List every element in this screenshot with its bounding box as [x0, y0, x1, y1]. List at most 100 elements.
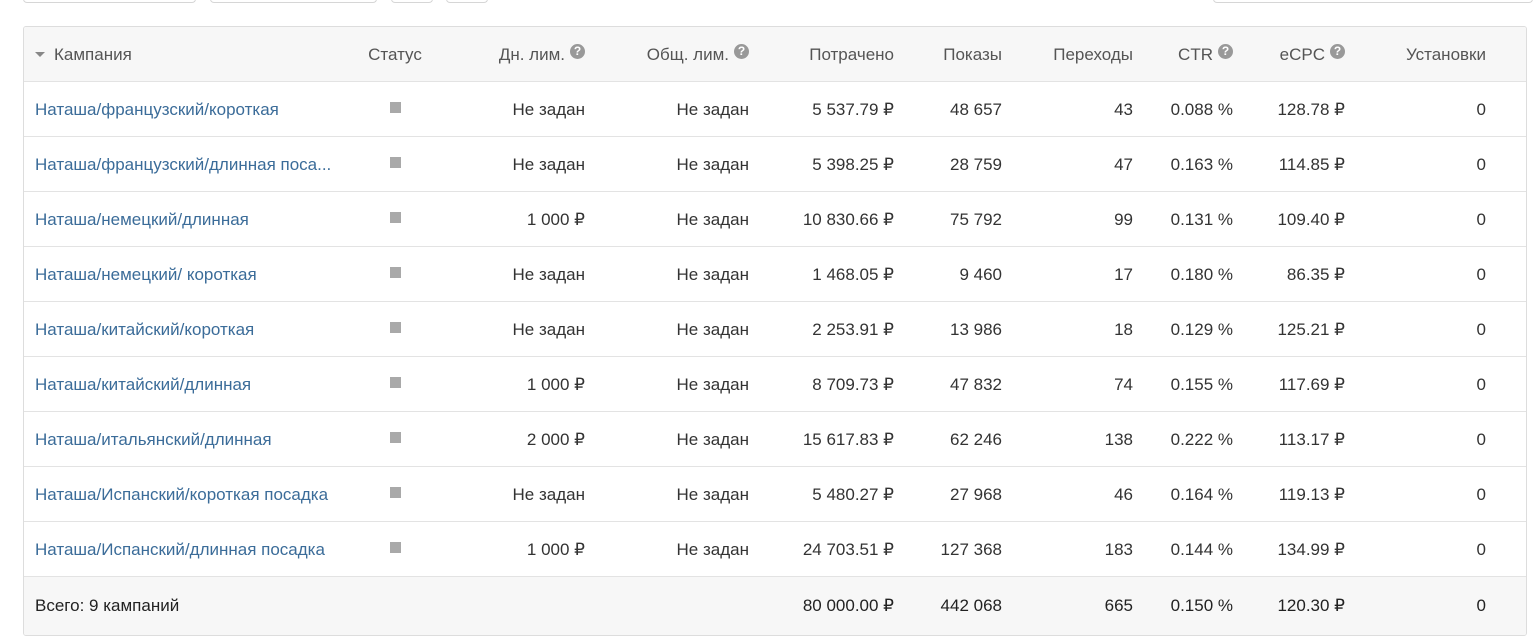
ctr-cell: 0.144 % — [1170, 540, 1233, 559]
ecpc-cell: 114.85 ₽ — [1278, 155, 1345, 174]
table-row: Наташа/итальянский/длинная 2 000 ₽ Не за… — [24, 412, 1526, 467]
help-icon[interactable]: ? — [734, 44, 749, 59]
total-limit-cell: Не задан — [676, 320, 749, 339]
shows-cell: 75 792 — [950, 210, 1002, 229]
column-header-ctr[interactable]: CTR? — [1134, 27, 1233, 82]
ecpc-cell: 117.69 ₽ — [1278, 375, 1345, 394]
campaign-link[interactable]: Наташа/китайский/короткая — [35, 320, 254, 339]
table-row: Наташа/немецкий/длинная 1 000 ₽ Не задан… — [24, 192, 1526, 247]
totals-clicks: 665 — [1104, 596, 1133, 615]
column-header-clicks[interactable]: Переходы — [1009, 27, 1133, 82]
status-indicator-icon — [389, 487, 401, 499]
table-row: Наташа/французский/длинная поса... Не за… — [24, 137, 1526, 192]
total-limit-cell: Не задан — [676, 265, 749, 284]
day-limit-cell: Не задан — [512, 485, 585, 504]
status-cell — [368, 522, 422, 577]
table-row: Наташа/Испанский/короткая посадка Не зад… — [24, 467, 1526, 522]
day-limit-cell: 1 000 ₽ — [526, 540, 585, 559]
help-icon[interactable]: ? — [1218, 44, 1233, 59]
table-row: Наташа/китайский/длинная 1 000 ₽ Не зада… — [24, 357, 1526, 412]
column-header-spent[interactable]: Потрачено — [754, 27, 894, 82]
column-header-campaign[interactable]: Кампания — [35, 27, 355, 82]
shows-cell: 9 460 — [959, 265, 1002, 284]
clicks-cell: 74 — [1114, 375, 1133, 394]
column-header-ecpc[interactable]: eCPC? — [1236, 27, 1345, 82]
sort-caret-icon[interactable] — [35, 52, 45, 58]
shows-cell: 48 657 — [950, 100, 1002, 119]
total-limit-cell: Не задан — [676, 155, 749, 174]
campaign-link[interactable]: Наташа/китайский/длинная — [35, 375, 251, 394]
total-limit-cell: Не задан — [676, 540, 749, 559]
ecpc-cell: 128.78 ₽ — [1277, 100, 1345, 119]
ctr-cell: 0.163 % — [1170, 155, 1233, 174]
clicks-cell: 17 — [1114, 265, 1133, 284]
campaign-link[interactable]: Наташа/французский/длинная поса... — [35, 155, 331, 174]
spent-cell: 1 468.05 ₽ — [812, 265, 894, 284]
column-header-day-limit[interactable]: Дн. лим.? — [424, 27, 585, 82]
totals-installs: 0 — [1476, 596, 1486, 615]
status-cell — [368, 192, 422, 247]
status-indicator-icon — [389, 102, 401, 114]
ecpc-cell: 119.13 ₽ — [1278, 485, 1345, 504]
status-cell — [368, 302, 422, 357]
ctr-cell: 0.180 % — [1170, 265, 1233, 284]
search-input[interactable] — [1213, 0, 1533, 3]
spent-cell: 24 703.51 ₽ — [802, 540, 894, 559]
column-header-status[interactable]: Статус — [368, 27, 422, 82]
table-header: Кампания Статус Дн. лим.? Общ. лим.? Пот… — [24, 27, 1526, 82]
ctr-cell: 0.129 % — [1170, 320, 1233, 339]
installs-cell: 0 — [1476, 540, 1486, 559]
spent-cell: 8 709.73 ₽ — [812, 375, 894, 394]
totals-ecpc: 120.30 ₽ — [1277, 596, 1345, 615]
table-row: Наташа/французский/короткая Не задан Не … — [24, 82, 1526, 137]
campaign-name-cell: Наташа/немецкий/ короткая — [35, 247, 355, 302]
day-limit-cell: Не задан — [512, 155, 585, 174]
shows-cell: 62 246 — [950, 430, 1002, 449]
toolbar-button[interactable] — [391, 0, 433, 3]
clicks-cell: 18 — [1114, 320, 1133, 339]
spent-cell: 5 480.27 ₽ — [812, 485, 894, 504]
shows-cell: 13 986 — [950, 320, 1002, 339]
shows-cell: 27 968 — [950, 485, 1002, 504]
campaign-link[interactable]: Наташа/немецкий/длинная — [35, 210, 249, 229]
status-cell — [368, 137, 422, 192]
campaign-link[interactable]: Наташа/французский/короткая — [35, 100, 279, 119]
clicks-cell: 138 — [1104, 430, 1133, 449]
column-header-shows[interactable]: Показы — [899, 27, 1002, 82]
campaign-name-cell: Наташа/китайский/длинная — [35, 357, 355, 412]
status-cell — [368, 357, 422, 412]
spent-cell: 2 253.91 ₽ — [812, 320, 894, 339]
day-limit-cell: 1 000 ₽ — [526, 210, 585, 229]
toolbar-button[interactable] — [23, 0, 196, 3]
totals-label: Всего: 9 кампаний — [35, 596, 180, 615]
totals-spent: 80 000.00 ₽ — [802, 596, 894, 615]
help-icon[interactable]: ? — [570, 44, 585, 59]
column-header-total-limit[interactable]: Общ. лим.? — [589, 27, 749, 82]
installs-cell: 0 — [1476, 375, 1486, 394]
installs-cell: 0 — [1476, 430, 1486, 449]
campaign-link[interactable]: Наташа/Испанский/короткая посадка — [35, 485, 328, 504]
status-indicator-icon — [389, 542, 401, 554]
column-header-installs[interactable]: Установки — [1354, 27, 1486, 82]
campaign-link[interactable]: Наташа/итальянский/длинная — [35, 430, 272, 449]
ecpc-cell: 134.99 ₽ — [1277, 540, 1345, 559]
total-limit-cell: Не задан — [676, 100, 749, 119]
campaign-link[interactable]: Наташа/Испанский/длинная посадка — [35, 540, 325, 559]
help-icon[interactable]: ? — [1330, 44, 1345, 59]
day-limit-cell: Не задан — [512, 100, 585, 119]
status-cell — [368, 412, 422, 467]
campaign-link[interactable]: Наташа/немецкий/ короткая — [35, 265, 257, 284]
status-indicator-icon — [389, 212, 401, 224]
ctr-cell: 0.155 % — [1170, 375, 1233, 394]
installs-cell: 0 — [1476, 265, 1486, 284]
campaign-name-cell: Наташа/французский/короткая — [35, 82, 355, 137]
toolbar-button[interactable] — [446, 0, 488, 3]
toolbar-button[interactable] — [210, 0, 377, 3]
column-header-label: CTR — [1178, 45, 1213, 64]
column-header-label: Дн. лим. — [498, 45, 565, 64]
shows-cell: 47 832 — [950, 375, 1002, 394]
shows-cell: 127 368 — [940, 540, 1002, 559]
status-indicator-icon — [389, 267, 401, 279]
clicks-cell: 43 — [1114, 100, 1133, 119]
clicks-cell: 46 — [1114, 485, 1133, 504]
